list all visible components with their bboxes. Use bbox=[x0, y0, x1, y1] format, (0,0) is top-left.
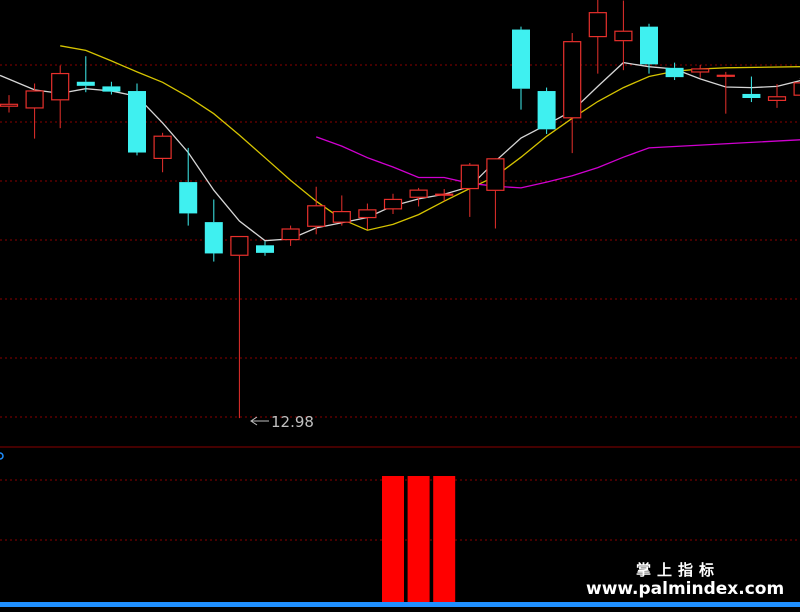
candle-body-down bbox=[512, 29, 530, 89]
price-annotations: 12.98 bbox=[250, 413, 314, 431]
candle-body-up bbox=[486, 158, 505, 191]
watermark-url: www.palmindex.com bbox=[586, 579, 784, 599]
candle-body-down bbox=[665, 67, 684, 78]
indicator-bar bbox=[407, 476, 430, 604]
candle-body-down bbox=[179, 182, 198, 214]
candle-body-up bbox=[793, 82, 800, 96]
candlestick bbox=[691, 64, 710, 78]
candlestick bbox=[460, 162, 479, 217]
candlestick bbox=[435, 189, 454, 202]
candle-body-up bbox=[588, 12, 607, 38]
indicator-bar bbox=[433, 476, 456, 604]
candle-body-up bbox=[281, 228, 300, 241]
candlestick bbox=[512, 26, 530, 110]
candlestick bbox=[230, 235, 249, 419]
candlestick bbox=[256, 241, 274, 256]
candlesticks bbox=[0, 0, 800, 419]
candle-body-down bbox=[102, 86, 121, 92]
candlestick bbox=[0, 95, 19, 113]
candlestick bbox=[332, 195, 351, 226]
candle-body-up bbox=[51, 72, 70, 101]
candle-body-up bbox=[230, 235, 249, 256]
low-price-label: 12.98 bbox=[271, 413, 314, 431]
candle-body-down bbox=[128, 91, 146, 153]
candlestick bbox=[767, 84, 787, 108]
candle-body-up bbox=[767, 96, 787, 102]
watermark-cn: 掌上指标 bbox=[636, 561, 720, 579]
ma-long-line bbox=[315, 136, 800, 189]
candlestick bbox=[51, 65, 70, 129]
candlestick bbox=[537, 87, 556, 134]
candlestick bbox=[614, 0, 633, 71]
candlestick bbox=[563, 33, 582, 154]
candlestick bbox=[179, 147, 198, 226]
candle-body-up bbox=[0, 103, 19, 107]
candle-body-up bbox=[358, 209, 377, 219]
candlestick bbox=[153, 132, 172, 173]
candle-body-up bbox=[409, 189, 428, 198]
candle-body-up bbox=[307, 205, 326, 227]
candle-body-up bbox=[614, 30, 633, 42]
candlestick bbox=[716, 71, 735, 114]
candlestick bbox=[588, 0, 607, 74]
candlestick bbox=[409, 187, 428, 207]
candle-body-up bbox=[332, 211, 351, 223]
candlestick bbox=[742, 76, 761, 103]
candle-body-down bbox=[76, 81, 95, 86]
candlestick bbox=[486, 158, 505, 229]
indicator-marker-icon bbox=[0, 452, 4, 460]
candle-body-down bbox=[640, 26, 658, 65]
candle-body-down bbox=[742, 93, 761, 98]
candlestick bbox=[358, 203, 377, 230]
candle-body-up bbox=[383, 198, 403, 210]
candle-body-down bbox=[204, 222, 223, 254]
price-grid bbox=[0, 64, 800, 418]
candle-body-down bbox=[537, 91, 556, 130]
candle-body-up bbox=[153, 135, 172, 159]
indicator-bars bbox=[382, 476, 456, 604]
stock-chart: 12.98 掌上指标 www.palmindex.com bbox=[0, 0, 800, 607]
candlestick bbox=[76, 56, 95, 93]
candle-body-up bbox=[716, 74, 735, 77]
candle-body-down bbox=[256, 245, 274, 253]
candle-body-up bbox=[25, 90, 44, 109]
indicator-baseline bbox=[0, 602, 800, 607]
candlestick bbox=[383, 193, 403, 214]
candlestick bbox=[128, 83, 146, 156]
candle-body-up bbox=[435, 193, 454, 196]
indicator-bar bbox=[382, 476, 404, 604]
candlestick bbox=[204, 199, 223, 262]
candlestick bbox=[281, 225, 300, 246]
candlestick bbox=[25, 83, 44, 139]
candle-body-up bbox=[460, 164, 479, 190]
candlestick bbox=[793, 82, 800, 96]
candle-body-up bbox=[563, 41, 582, 119]
candle-body-up bbox=[691, 68, 710, 73]
